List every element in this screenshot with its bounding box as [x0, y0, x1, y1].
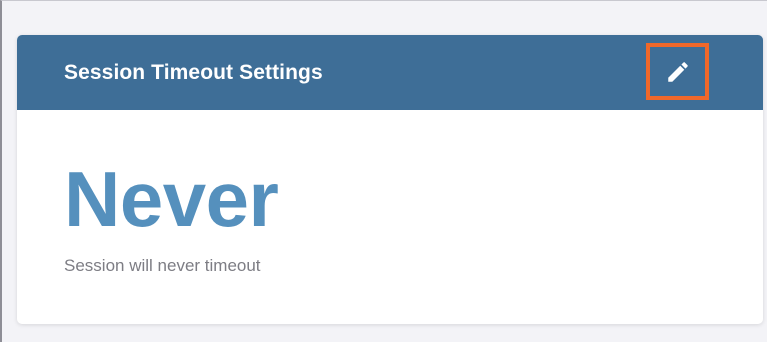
window-frame: Session Timeout Settings Never Session w… [0, 0, 767, 342]
pencil-icon [665, 59, 691, 85]
card-header: Session Timeout Settings [17, 35, 763, 110]
session-timeout-card: Session Timeout Settings Never Session w… [17, 35, 763, 324]
timeout-value: Never [64, 155, 279, 243]
timeout-description: Session will never timeout [64, 256, 261, 275]
card-body: Never Session will never timeout [17, 110, 763, 324]
edit-button[interactable] [646, 43, 709, 100]
card-title: Session Timeout Settings [64, 60, 323, 84]
